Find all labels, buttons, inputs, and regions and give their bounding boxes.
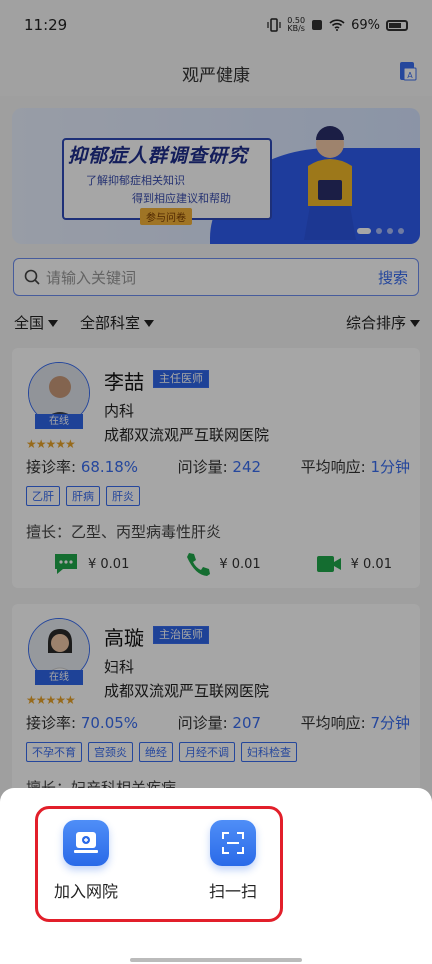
home-indicator[interactable]: [130, 958, 302, 962]
scan-button[interactable]: 扫一扫: [183, 820, 283, 902]
hospital-join-icon: [63, 820, 109, 866]
scan-icon: [210, 820, 256, 866]
join-hospital-button[interactable]: 加入网院: [36, 820, 136, 902]
scan-label: 扫一扫: [208, 882, 257, 901]
join-hospital-label: 加入网院: [53, 882, 118, 901]
